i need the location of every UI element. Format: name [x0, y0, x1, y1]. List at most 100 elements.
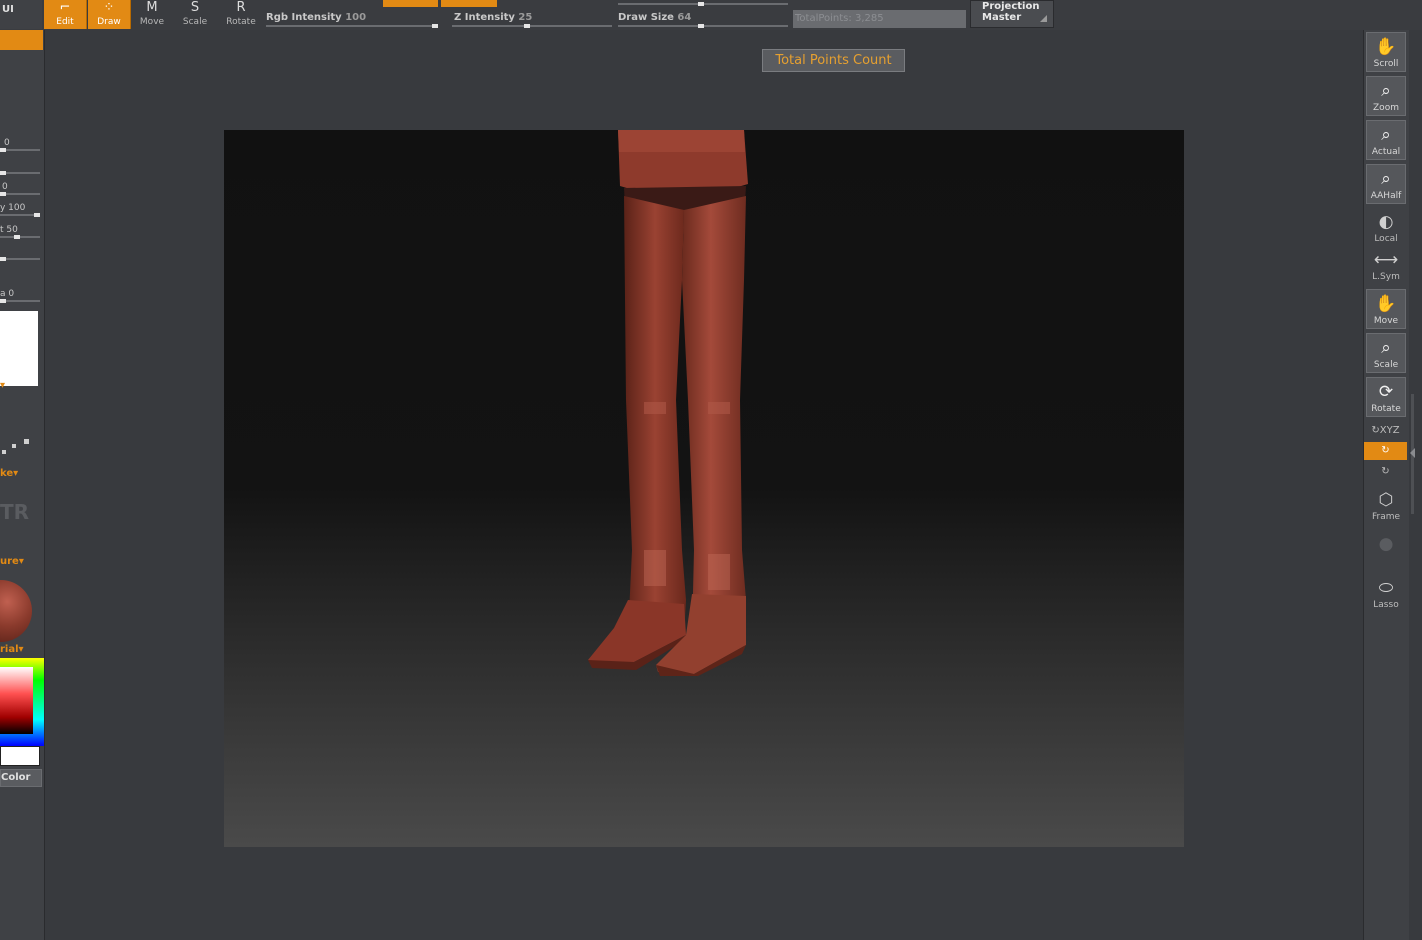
rgb-intensity-slider[interactable]: Rgb Intensity 100	[266, 12, 366, 23]
actual-label: Actual	[1371, 147, 1401, 157]
actual-icon: ⌕	[1381, 125, 1391, 145]
rotate-button[interactable]: R Rotate	[220, 0, 262, 29]
material-dropdown[interactable]: rial▾	[0, 644, 24, 655]
edit-icon: ⌐	[59, 0, 71, 15]
material-sphere[interactable]	[0, 580, 32, 642]
left-tray: 0 0 y 100 t 50 a 0 ▾ ke▾ TR ure▾ rial▾ C…	[0, 30, 45, 940]
scale-icon: S	[190, 0, 200, 15]
local-button[interactable]: ◐ Local	[1366, 208, 1406, 248]
move-view-button[interactable]: ✋ Move	[1366, 289, 1406, 329]
total-points-readout: TotalPoints: 3,285	[793, 10, 966, 28]
left-slider-3[interactable]: 0	[0, 182, 40, 196]
rgb-intensity-value: 100	[345, 12, 367, 23]
mannequin-model[interactable]	[588, 130, 748, 676]
draw-label: Draw	[97, 17, 121, 27]
model-viewport[interactable]	[224, 130, 1184, 847]
zadd-toggle[interactable]	[441, 0, 497, 7]
left-slider-7-label: a 0	[0, 289, 15, 299]
rotate-view-button[interactable]: ⟳ Rotate	[1366, 377, 1406, 417]
frame-label: Frame	[1371, 512, 1401, 522]
total-points-label: TotalPoints:	[795, 13, 852, 24]
draw-size-track[interactable]	[618, 24, 788, 28]
total-points-tooltip-text: Total Points Count	[775, 53, 892, 68]
y-rotate-icon: ↻	[1381, 445, 1390, 456]
projection-master-line1: Projection	[982, 1, 1040, 12]
texture-preview-text: TR	[0, 500, 30, 524]
rotate-label: Rotate	[226, 17, 256, 27]
draw-size-slider[interactable]: Draw Size 64	[618, 12, 691, 23]
draw-size-knob[interactable]	[698, 24, 704, 28]
mrgb-toggle[interactable]	[383, 0, 438, 7]
frame-button[interactable]: ⬡ Frame	[1366, 486, 1406, 526]
ghost-icon: ●	[1378, 534, 1394, 554]
draw-button[interactable]: ⁘ Draw	[88, 0, 131, 29]
xyz-icon: ↻	[1371, 425, 1380, 436]
ui-menu-stub[interactable]: UI	[0, 0, 42, 29]
move-icon: ✋	[1375, 294, 1397, 314]
move-icon: M	[146, 0, 158, 15]
scroll-button[interactable]: ✋ Scroll	[1366, 32, 1406, 72]
lsym-button[interactable]: ⟷ L.Sym	[1366, 246, 1406, 286]
texture-dropdown-label: ure	[0, 556, 19, 567]
zoom-button[interactable]: ⌕ Zoom	[1366, 76, 1406, 116]
xyz-toggle[interactable]: ↻XYZ	[1364, 422, 1407, 440]
y-rotate-toggle[interactable]: ↻	[1364, 442, 1407, 460]
left-slider-2[interactable]	[0, 161, 40, 175]
edit-label: Edit	[56, 17, 74, 27]
color-button-label: Color	[1, 772, 31, 783]
aahalf-label: AAHalf	[1370, 191, 1402, 201]
scale-view-button[interactable]: ⌕ Scale	[1366, 333, 1406, 373]
left-tray-header[interactable]	[0, 30, 43, 50]
scale-button[interactable]: S Scale	[174, 0, 216, 29]
scale-view-label: Scale	[1373, 360, 1399, 370]
draw-icon: ⁘	[103, 0, 115, 15]
actual-button[interactable]: ⌕ Actual	[1366, 120, 1406, 160]
left-slider-6[interactable]	[0, 247, 40, 261]
frame-icon: ⬡	[1378, 490, 1394, 510]
rgb-intensity-knob[interactable]	[432, 24, 438, 28]
alpha-dropdown-icon[interactable]: ▾	[0, 380, 5, 391]
color-button[interactable]: Color	[0, 769, 42, 787]
aahalf-button[interactable]: ⌕ AAHalf	[1366, 164, 1406, 204]
projection-master-button[interactable]: Projection Master	[970, 0, 1054, 28]
left-slider-3-value: 0	[2, 182, 8, 192]
total-points-value: 3,285	[854, 13, 884, 24]
top-toolbar: UI ⌐ Edit ⁘ Draw M Move S Scale R Rotate…	[0, 0, 1422, 30]
zoom-icon: ⌕	[1381, 81, 1391, 101]
texture-preview[interactable]: TR	[0, 500, 29, 524]
rotate-icon: R	[236, 0, 246, 15]
material-dropdown-label: rial	[0, 644, 19, 655]
rotate-icon: ⟳	[1378, 382, 1394, 402]
ghost-button[interactable]: ●	[1366, 530, 1406, 570]
intensity-slider[interactable]: y 100	[0, 203, 40, 217]
z-rotate-toggle[interactable]: ↻	[1364, 463, 1407, 481]
scale-label: Scale	[182, 17, 208, 27]
move-view-label: Move	[1373, 316, 1399, 326]
texture-dropdown[interactable]: ure▾	[0, 556, 24, 567]
stroke-preview[interactable]	[0, 434, 34, 456]
left-slider-7[interactable]: a 0	[0, 289, 40, 303]
move-button[interactable]: M Move	[131, 0, 173, 29]
left-slider-1[interactable]: 0	[0, 138, 40, 152]
focal-shift-knob[interactable]	[698, 2, 704, 6]
edit-button[interactable]: ⌐ Edit	[44, 0, 87, 29]
left-slider-1-value: 0	[4, 138, 10, 148]
rgb-intensity-track[interactable]	[266, 24, 438, 28]
document-canvas[interactable]	[224, 130, 1184, 847]
zoom-label: Zoom	[1373, 103, 1399, 113]
z-intensity-knob[interactable]	[524, 24, 530, 28]
focal-slider[interactable]: t 50	[0, 225, 40, 239]
lasso-button[interactable]: ⬭ Lasso	[1366, 574, 1406, 614]
stroke-dropdown[interactable]: ke▾	[0, 468, 18, 479]
z-intensity-slider[interactable]: Z Intensity 25	[454, 12, 532, 23]
local-icon: ◐	[1378, 212, 1394, 232]
color-picker-square[interactable]	[0, 667, 33, 734]
focal-shift-track[interactable]	[618, 2, 788, 6]
collapse-arrow-icon[interactable]	[1410, 448, 1415, 458]
secondary-color-swatch[interactable]	[0, 746, 40, 766]
z-intensity-track[interactable]	[452, 24, 612, 28]
alpha-preview[interactable]	[0, 311, 38, 386]
intensity-slider-label: y 100	[0, 203, 26, 213]
draw-size-label: Draw Size	[618, 12, 674, 23]
right-shelf-edge	[1409, 30, 1422, 940]
